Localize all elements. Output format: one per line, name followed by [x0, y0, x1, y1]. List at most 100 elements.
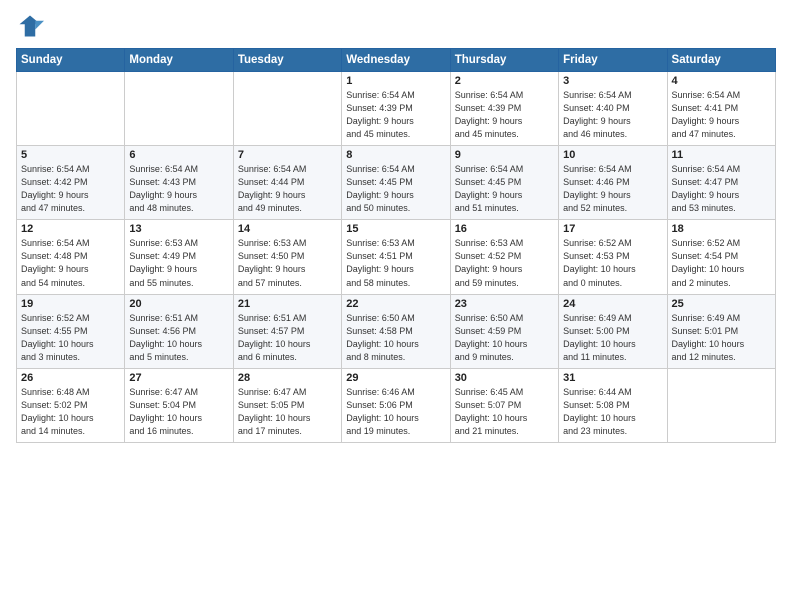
day-info: Sunrise: 6:49 AM Sunset: 5:00 PM Dayligh…: [563, 312, 662, 364]
day-number: 25: [672, 298, 771, 310]
day-cell-10: 10Sunrise: 6:54 AM Sunset: 4:46 PM Dayli…: [559, 146, 667, 220]
day-number: 30: [455, 372, 554, 384]
day-info: Sunrise: 6:54 AM Sunset: 4:41 PM Dayligh…: [672, 89, 771, 141]
day-cell-2: 2 Sunrise: 6:54 AM Sunset: 4:39 PM Daylig…: [450, 72, 558, 146]
day-info: Sunrise: 6:51 AM Sunset: 4:56 PM Dayligh…: [129, 312, 228, 364]
day-info: Sunrise: 6:51 AM Sunset: 4:57 PM Dayligh…: [238, 312, 337, 364]
day-number: 15: [346, 223, 445, 235]
weekday-header-saturday: Saturday: [667, 49, 775, 72]
day-number: 13: [129, 223, 228, 235]
day-info: Sunrise: 6:52 AM Sunset: 4:53 PM Dayligh…: [563, 237, 662, 289]
day-info: Sunrise: 6:47 AM Sunset: 5:05 PM Dayligh…: [238, 386, 337, 438]
day-cell-29: 29 Sunrise: 6:46 AM Sunset: 5:06 PM Dayli…: [342, 368, 450, 442]
day-cell-25: 25Sunrise: 6:49 AM Sunset: 5:01 PM Dayli…: [667, 294, 775, 368]
day-number: 29: [346, 372, 445, 384]
day-cell-31: 31Sunrise: 6:44 AM Sunset: 5:08 PM Dayli…: [559, 368, 667, 442]
day-cell-14: 14Sunrise: 6:53 AM Sunset: 4:50 PM Dayli…: [233, 220, 341, 294]
day-cell-27: 27 Sunrise: 6:47 AM Sunset: 5:04 PM Dayli…: [125, 368, 233, 442]
day-number: 19: [21, 298, 120, 310]
day-info: Sunrise: 6:52 AM Sunset: 4:55 PM Dayligh…: [21, 312, 120, 364]
empty-cell: [233, 72, 341, 146]
day-info: Sunrise: 6:54 AM Sunset: 4:47 PM Dayligh…: [672, 163, 771, 215]
calendar-page: SundayMondayTuesdayWednesdayThursdayFrid…: [0, 0, 792, 612]
day-info: Sunrise: 6:45 AM Sunset: 5:07 PM Dayligh…: [455, 386, 554, 438]
week-row-4: 19 Sunrise: 6:52 AM Sunset: 4:55 PM Dayli…: [17, 294, 776, 368]
day-cell-30: 30 Sunrise: 6:45 AM Sunset: 5:07 PM Dayli…: [450, 368, 558, 442]
day-info: Sunrise: 6:54 AM Sunset: 4:39 PM Dayligh…: [346, 89, 445, 141]
day-cell-19: 19 Sunrise: 6:52 AM Sunset: 4:55 PM Dayli…: [17, 294, 125, 368]
day-number: 10: [563, 149, 662, 161]
logo: [16, 12, 46, 40]
empty-cell: [667, 368, 775, 442]
day-info: Sunrise: 6:54 AM Sunset: 4:44 PM Dayligh…: [238, 163, 337, 215]
day-info: Sunrise: 6:54 AM Sunset: 4:43 PM Dayligh…: [129, 163, 228, 215]
day-number: 7: [238, 149, 337, 161]
day-number: 27: [129, 372, 228, 384]
day-cell-3: 3 Sunrise: 6:54 AM Sunset: 4:40 PM Daylig…: [559, 72, 667, 146]
day-cell-21: 21 Sunrise: 6:51 AM Sunset: 4:57 PM Dayli…: [233, 294, 341, 368]
day-number: 21: [238, 298, 337, 310]
day-cell-9: 9 Sunrise: 6:54 AM Sunset: 4:45 PM Daylig…: [450, 146, 558, 220]
weekday-header-monday: Monday: [125, 49, 233, 72]
day-cell-15: 15 Sunrise: 6:53 AM Sunset: 4:51 PM Dayli…: [342, 220, 450, 294]
day-number: 3: [563, 75, 662, 87]
day-number: 4: [672, 75, 771, 87]
day-info: Sunrise: 6:53 AM Sunset: 4:49 PM Dayligh…: [129, 237, 228, 289]
logo-icon: [16, 12, 44, 40]
day-info: Sunrise: 6:53 AM Sunset: 4:51 PM Dayligh…: [346, 237, 445, 289]
calendar-table: SundayMondayTuesdayWednesdayThursdayFrid…: [16, 48, 776, 443]
day-cell-12: 12Sunrise: 6:54 AM Sunset: 4:48 PM Dayli…: [17, 220, 125, 294]
day-info: Sunrise: 6:54 AM Sunset: 4:45 PM Dayligh…: [455, 163, 554, 215]
day-number: 11: [672, 149, 771, 161]
weekday-header-tuesday: Tuesday: [233, 49, 341, 72]
day-number: 18: [672, 223, 771, 235]
day-number: 24: [563, 298, 662, 310]
day-cell-28: 28Sunrise: 6:47 AM Sunset: 5:05 PM Dayli…: [233, 368, 341, 442]
weekday-header-wednesday: Wednesday: [342, 49, 450, 72]
day-cell-6: 6 Sunrise: 6:54 AM Sunset: 4:43 PM Daylig…: [125, 146, 233, 220]
day-number: 9: [455, 149, 554, 161]
day-info: Sunrise: 6:50 AM Sunset: 4:58 PM Dayligh…: [346, 312, 445, 364]
day-cell-22: 22 Sunrise: 6:50 AM Sunset: 4:58 PM Dayli…: [342, 294, 450, 368]
empty-cell: [17, 72, 125, 146]
day-cell-18: 18Sunrise: 6:52 AM Sunset: 4:54 PM Dayli…: [667, 220, 775, 294]
day-cell-26: 26 Sunrise: 6:48 AM Sunset: 5:02 PM Dayli…: [17, 368, 125, 442]
day-number: 6: [129, 149, 228, 161]
week-row-5: 26 Sunrise: 6:48 AM Sunset: 5:02 PM Dayli…: [17, 368, 776, 442]
day-cell-1: 1Sunrise: 6:54 AM Sunset: 4:39 PM Daylig…: [342, 72, 450, 146]
day-number: 16: [455, 223, 554, 235]
day-info: Sunrise: 6:50 AM Sunset: 4:59 PM Dayligh…: [455, 312, 554, 364]
day-info: Sunrise: 6:46 AM Sunset: 5:06 PM Dayligh…: [346, 386, 445, 438]
day-number: 5: [21, 149, 120, 161]
day-cell-17: 17Sunrise: 6:52 AM Sunset: 4:53 PM Dayli…: [559, 220, 667, 294]
day-cell-16: 16Sunrise: 6:53 AM Sunset: 4:52 PM Dayli…: [450, 220, 558, 294]
day-number: 22: [346, 298, 445, 310]
day-number: 8: [346, 149, 445, 161]
empty-cell: [125, 72, 233, 146]
day-info: Sunrise: 6:54 AM Sunset: 4:45 PM Dayligh…: [346, 163, 445, 215]
day-number: 12: [21, 223, 120, 235]
day-cell-5: 5 Sunrise: 6:54 AM Sunset: 4:42 PM Daylig…: [17, 146, 125, 220]
day-info: Sunrise: 6:54 AM Sunset: 4:40 PM Dayligh…: [563, 89, 662, 141]
day-number: 26: [21, 372, 120, 384]
day-cell-7: 7 Sunrise: 6:54 AM Sunset: 4:44 PM Daylig…: [233, 146, 341, 220]
day-number: 20: [129, 298, 228, 310]
day-info: Sunrise: 6:54 AM Sunset: 4:42 PM Dayligh…: [21, 163, 120, 215]
weekday-header-friday: Friday: [559, 49, 667, 72]
day-cell-8: 8 Sunrise: 6:54 AM Sunset: 4:45 PM Daylig…: [342, 146, 450, 220]
day-cell-20: 20 Sunrise: 6:51 AM Sunset: 4:56 PM Dayli…: [125, 294, 233, 368]
day-cell-24: 24 Sunrise: 6:49 AM Sunset: 5:00 PM Dayli…: [559, 294, 667, 368]
day-cell-13: 13 Sunrise: 6:53 AM Sunset: 4:49 PM Dayli…: [125, 220, 233, 294]
weekday-header-thursday: Thursday: [450, 49, 558, 72]
day-info: Sunrise: 6:53 AM Sunset: 4:50 PM Dayligh…: [238, 237, 337, 289]
day-cell-11: 11 Sunrise: 6:54 AM Sunset: 4:47 PM Dayli…: [667, 146, 775, 220]
day-info: Sunrise: 6:44 AM Sunset: 5:08 PM Dayligh…: [563, 386, 662, 438]
day-number: 23: [455, 298, 554, 310]
day-info: Sunrise: 6:54 AM Sunset: 4:39 PM Dayligh…: [455, 89, 554, 141]
day-cell-23: 23 Sunrise: 6:50 AM Sunset: 4:59 PM Dayli…: [450, 294, 558, 368]
day-info: Sunrise: 6:47 AM Sunset: 5:04 PM Dayligh…: [129, 386, 228, 438]
day-number: 2: [455, 75, 554, 87]
day-info: Sunrise: 6:48 AM Sunset: 5:02 PM Dayligh…: [21, 386, 120, 438]
week-row-3: 12Sunrise: 6:54 AM Sunset: 4:48 PM Dayli…: [17, 220, 776, 294]
weekday-header-row: SundayMondayTuesdayWednesdayThursdayFrid…: [17, 49, 776, 72]
